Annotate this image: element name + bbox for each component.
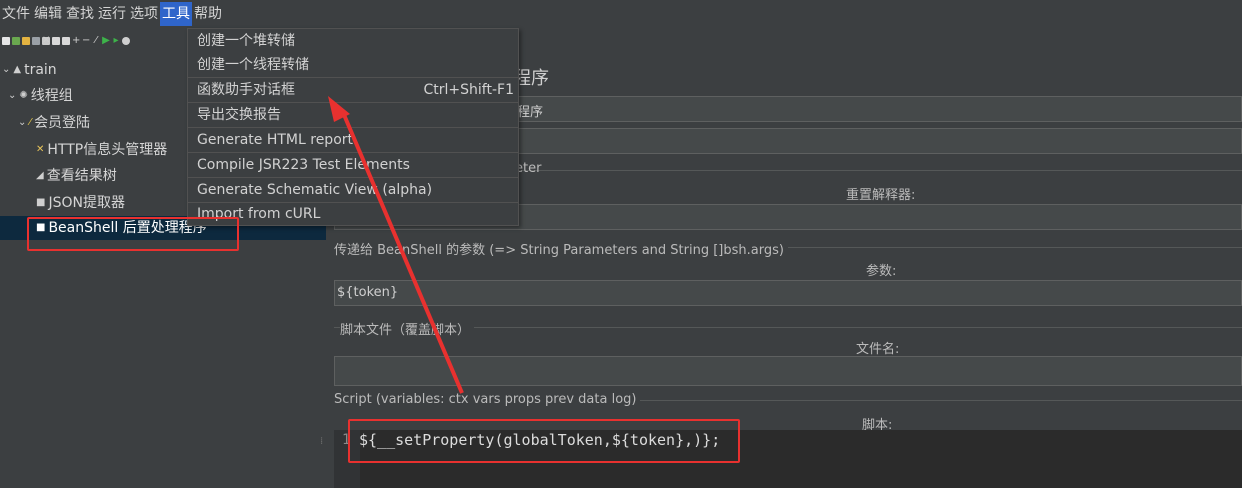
annotation-arrow-shaft [340, 109, 464, 394]
annotation-arrow [328, 96, 464, 394]
